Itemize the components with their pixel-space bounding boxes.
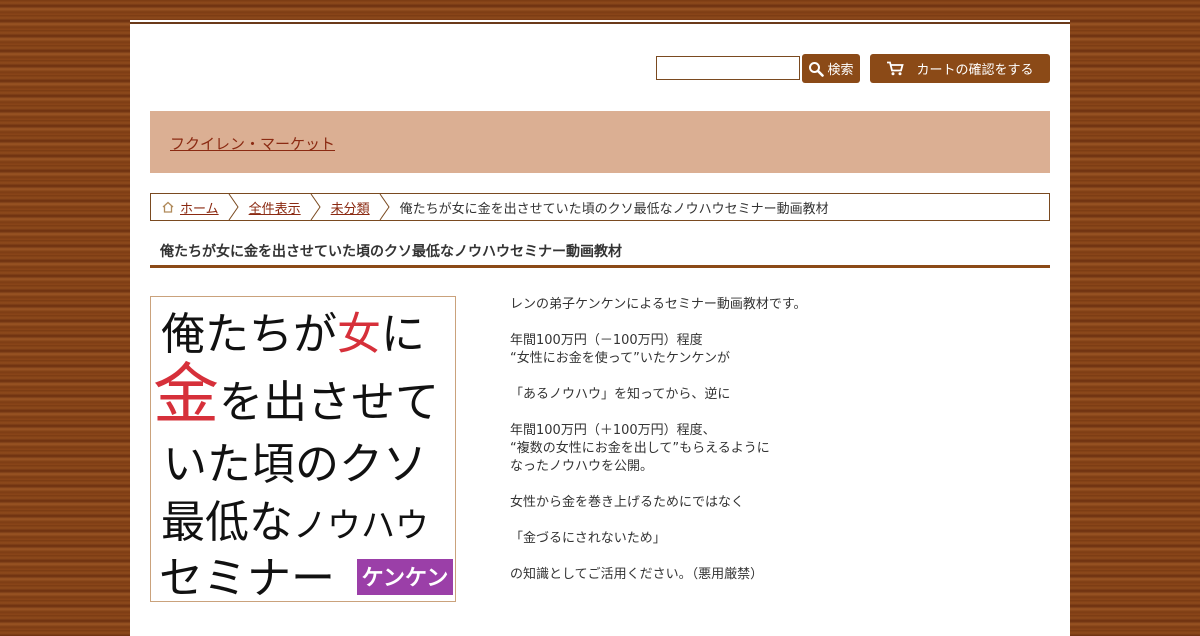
description-line: の知識としてご活用ください。（悪用厳禁） — [510, 567, 764, 582]
home-icon — [162, 201, 174, 213]
description-line: レンの弟子ケンケンによるセミナー動画教材です。 — [510, 297, 807, 312]
description-line: 「あるノウハウ」を知ってから、逆に — [510, 387, 731, 402]
breadcrumb-category-link[interactable]: 未分類 — [331, 198, 370, 217]
svg-text:最低なノウハウ: 最低なノウハウ — [161, 497, 429, 548]
image-text-1c: に — [381, 309, 425, 360]
header-bar: 検索 カートの確認をする — [150, 54, 1050, 84]
search-button-label: 検索 — [827, 63, 854, 78]
shop-name-link[interactable]: フクイレン・マーケット — [170, 133, 335, 154]
breadcrumb-category: 未分類 — [331, 194, 370, 220]
breadcrumb-all-link[interactable]: 全件表示 — [249, 198, 301, 217]
image-badge-text: ケンケン — [362, 565, 449, 591]
description-line: 「金づるにされないため」 — [510, 531, 666, 546]
search-icon — [809, 61, 825, 77]
description-line: 女性から金を巻き上げるためにではなく — [510, 495, 745, 510]
cart-button-label: カートの確認をする — [916, 63, 1034, 78]
image-text-1b: 女 — [337, 309, 381, 360]
breadcrumb-home: ホーム — [151, 194, 219, 220]
product-description: レンの弟子ケンケンによるセミナー動画教材です。 年間100万円（－100万円）程… — [510, 296, 1030, 584]
search-input[interactable] — [656, 56, 800, 80]
product-image-graphic: 俺たちが女に 金を出させて いた頃のクソ 最低なノウハウ セミナー ケンケン — [153, 309, 453, 604]
breadcrumb-separator-icon — [379, 194, 390, 220]
breadcrumb-all: 全件表示 — [249, 194, 301, 220]
description-line: なったノウハウを公開。 — [510, 459, 654, 474]
page-title: 俺たちが女に金を出させていた頃のクソ最低なノウハウセミナー動画教材 — [150, 232, 1050, 268]
breadcrumb-home-link[interactable]: ホーム — [180, 198, 219, 217]
image-text-4b: ノウハウ — [293, 506, 429, 546]
image-text-5: セミナー — [159, 553, 335, 601]
image-text-4a: 最低な — [161, 497, 293, 548]
breadcrumb-separator-icon — [310, 194, 321, 220]
description-line: “複数の女性にお金を出して”もらえるように — [510, 441, 770, 456]
description-line: 年間100万円（＋100万円）程度、 — [510, 423, 716, 438]
product-image[interactable]: 俺たちが女に 金を出させて いた頃のクソ 最低なノウハウ セミナー ケンケン — [150, 296, 456, 604]
svg-text:金を出させて: 金を出させて — [153, 356, 439, 433]
shop-banner: フクイレン・マーケット — [150, 111, 1050, 173]
image-text-3: いた頃のクソ — [163, 439, 427, 490]
image-text-2a: 金 — [153, 356, 219, 433]
breadcrumb-current: 俺たちが女に金を出させていた頃のクソ最低なノウハウセミナー動画教材 — [399, 201, 829, 217]
cart-button[interactable]: カートの確認をする — [870, 54, 1050, 83]
description-line: 年間100万円（－100万円）程度 — [510, 333, 703, 348]
search-button[interactable]: 検索 — [802, 54, 860, 83]
breadcrumb: ホーム 全件表示 未分類 俺たちが女に金を出させていた頃のクソ最低なノウハウセミ… — [150, 193, 1050, 221]
svg-text:俺たちが女に: 俺たちが女に — [161, 309, 425, 360]
image-text-2b: を出させて — [219, 377, 439, 428]
page-container: 検索 カートの確認をする フクイレン・マーケット ホーム 全件表示 未分類 俺た… — [130, 20, 1070, 636]
description-line: “女性にお金を使って”いたケンケンが — [510, 351, 731, 366]
breadcrumb-separator-icon — [228, 194, 239, 220]
image-text-1a: 俺たちが — [161, 309, 337, 360]
cart-icon — [887, 61, 905, 76]
